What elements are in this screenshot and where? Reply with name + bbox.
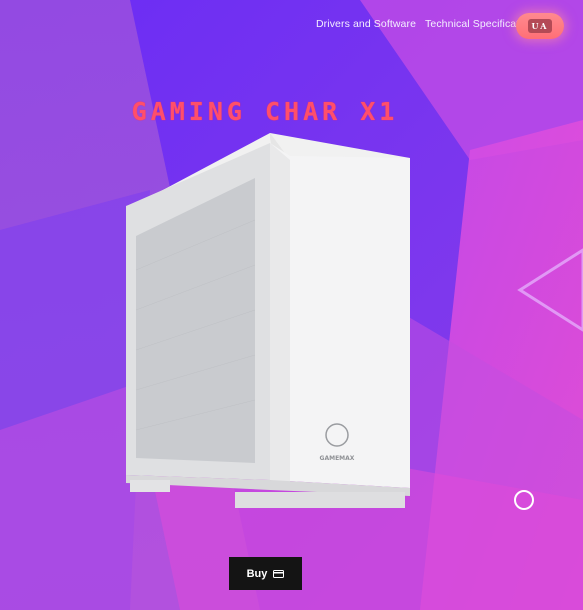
language-switch-button[interactable]: UA (516, 13, 564, 39)
buy-button-label: Buy (246, 567, 268, 580)
product-image: GAMEMAX (120, 130, 420, 520)
buy-button[interactable]: Buy (229, 557, 302, 590)
carousel-indicator[interactable] (514, 490, 534, 510)
nav-link-drivers[interactable]: Drivers and Software (316, 18, 416, 30)
language-label: UA (528, 19, 552, 33)
top-navigation: Drivers and Software Technical Specifica… (316, 18, 534, 30)
brand-logo-text: GAMEMAX (320, 455, 355, 462)
product-title: GAMING CHAR X1 (131, 97, 399, 126)
credit-card-icon (273, 569, 285, 578)
